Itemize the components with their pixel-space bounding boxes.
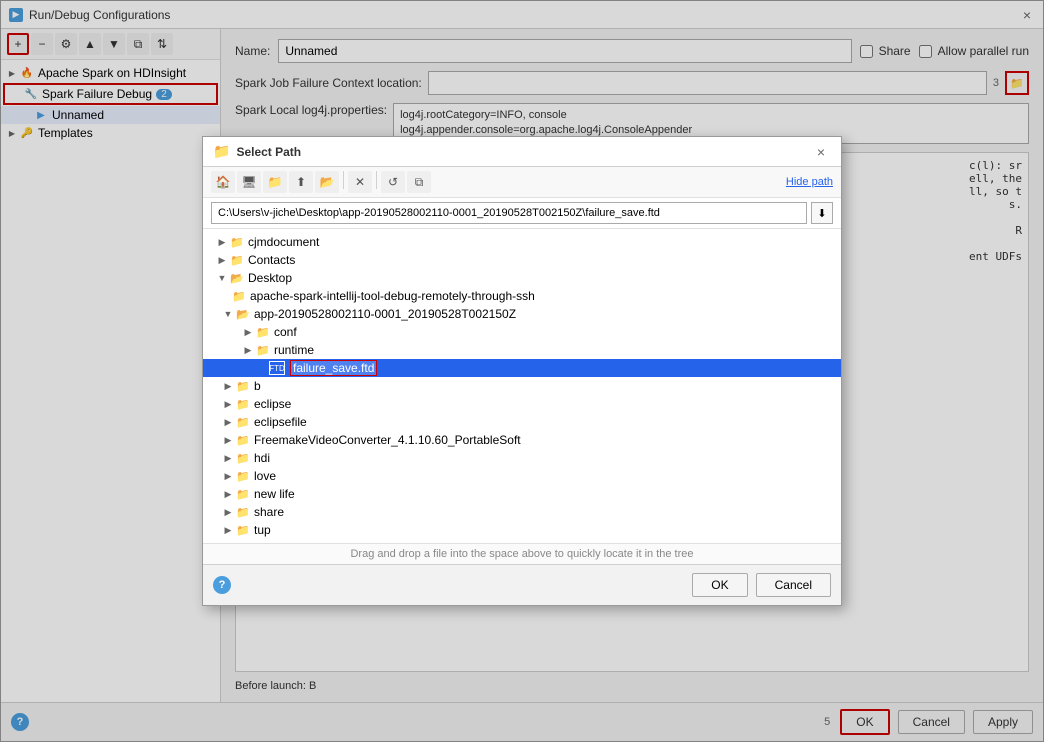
folder-icon-runtime: 📁 (255, 343, 271, 357)
folder-icon-apache-spark-tool: 📁 (231, 289, 247, 303)
arrow-eclipsefile: ▶ (221, 415, 235, 429)
toolbar-divider (343, 171, 344, 189)
folder-icon-freemake: 📁 (235, 433, 251, 447)
label-b: b (254, 379, 261, 393)
label-love: love (254, 469, 276, 483)
arrow-hdi: ▶ (221, 451, 235, 465)
path-action-button[interactable]: ⬇ (811, 202, 833, 224)
arrow-tup: ▶ (221, 523, 235, 537)
toolbar-divider2 (376, 171, 377, 189)
file-item-hdi[interactable]: ▶ 📁 hdi (203, 449, 841, 467)
arrow-b: ▶ (221, 379, 235, 393)
new-folder-button[interactable]: 📁 (263, 171, 287, 193)
file-item-runtime[interactable]: ▶ 📁 runtime (203, 341, 841, 359)
file-tree: ▶ 📁 cjmdocument ▶ 📁 Contacts ▼ 📂 Desktop (203, 229, 841, 543)
file-item-love[interactable]: ▶ 📁 love (203, 467, 841, 485)
label-runtime: runtime (274, 343, 314, 357)
file-item-freemake[interactable]: ▶ 📁 FreemakeVideoConverter_4.1.10.60_Por… (203, 431, 841, 449)
label-cjmdocument: cjmdocument (248, 235, 319, 249)
arrow-eclipse: ▶ (221, 397, 235, 411)
folder-icon-app: 📂 (235, 307, 251, 321)
dialog-cancel-button[interactable]: Cancel (756, 573, 831, 597)
label-conf: conf (274, 325, 297, 339)
dialog-title-icon: 📁 (213, 143, 230, 160)
drag-hint: Drag and drop a file into the space abov… (203, 543, 841, 564)
folder-icon-new-life: 📁 (235, 487, 251, 501)
dialog-help-button[interactable]: ? (213, 576, 231, 594)
arrow-share: ▶ (221, 505, 235, 519)
dialog-close-button[interactable]: × (811, 142, 831, 162)
label-freemake: FreemakeVideoConverter_4.1.10.60_Portabl… (254, 433, 521, 447)
file-item-eclipsefile[interactable]: ▶ 📁 eclipsefile (203, 413, 841, 431)
label-desktop: Desktop (248, 271, 292, 285)
folder-icon-contacts: 📁 (229, 253, 245, 267)
folder-up-button[interactable]: ⬆ (289, 171, 313, 193)
dialog-title-text: Select Path (236, 145, 301, 159)
arrow-contacts: ▶ (215, 253, 229, 267)
file-item-apache-spark-tool[interactable]: 📁 apache-spark-intellij-tool-debug-remot… (203, 287, 841, 305)
file-item-cjmdocument[interactable]: ▶ 📁 cjmdocument (203, 233, 841, 251)
file-icon-failure-save: FTD (269, 361, 285, 375)
file-item-contacts[interactable]: ▶ 📁 Contacts (203, 251, 841, 269)
path-input[interactable] (211, 202, 807, 224)
dialog-toolbar-left: 🏠 🖥 📁 ⬆ 📂 ✕ ↺ ⧉ (211, 171, 431, 193)
arrow-runtime: ▶ (241, 343, 255, 357)
file-item-share[interactable]: ▶ 📁 share (203, 503, 841, 521)
file-item-tup[interactable]: ▶ 📁 tup (203, 521, 841, 539)
file-item-desktop[interactable]: ▼ 📂 Desktop (203, 269, 841, 287)
arrow-desktop: ▼ (215, 271, 229, 285)
folder-icon-tup: 📁 (235, 523, 251, 537)
label-share: share (254, 505, 284, 519)
arrow-app-folder: ▼ (221, 307, 235, 321)
folder-icon-love: 📁 (235, 469, 251, 483)
file-item-eclipse[interactable]: ▶ 📁 eclipse (203, 395, 841, 413)
selected-filename-badge: failure_save.ftd (290, 360, 377, 376)
folder-icon-hdi: 📁 (235, 451, 251, 465)
dialog-ok-button[interactable]: OK (692, 573, 747, 597)
folder-icon-eclipse: 📁 (235, 397, 251, 411)
arrow-conf: ▶ (241, 325, 255, 339)
home-button[interactable]: 🏠 (211, 171, 235, 193)
arrow-love: ▶ (221, 469, 235, 483)
label-eclipsefile: eclipsefile (254, 415, 307, 429)
arrow-freemake: ▶ (221, 433, 235, 447)
label-apache-spark-tool: apache-spark-intellij-tool-debug-remotel… (250, 289, 535, 303)
arrow-cjmdocument: ▶ (215, 235, 229, 249)
copy-path-button[interactable]: ⧉ (407, 171, 431, 193)
label-hdi: hdi (254, 451, 270, 465)
label-contacts: Contacts (248, 253, 295, 267)
label-eclipse: eclipse (254, 397, 291, 411)
file-item-app-folder[interactable]: ▼ 📂 app-20190528002110-0001_20190528T002… (203, 305, 841, 323)
label-app-folder: app-20190528002110-0001_20190528T002150Z (254, 307, 516, 321)
folder-icon-conf: 📁 (255, 325, 271, 339)
folder-icon-desktop: 📂 (229, 271, 245, 285)
dialog-title: 📁 Select Path (213, 143, 301, 160)
desktop-button[interactable]: 🖥 (237, 171, 261, 193)
dialog-toolbar: 🏠 🖥 📁 ⬆ 📂 ✕ ↺ ⧉ Hide path (203, 167, 841, 198)
hide-path-link[interactable]: Hide path (786, 176, 833, 188)
folder-icon-b: 📁 (235, 379, 251, 393)
select-path-dialog: 📁 Select Path × 🏠 🖥 📁 ⬆ 📂 ✕ ↺ ⧉ Hide pat… (202, 136, 842, 606)
file-item-b[interactable]: ▶ 📁 b (203, 377, 841, 395)
refresh-button[interactable]: ↺ (381, 171, 405, 193)
folder-icon-share: 📁 (235, 505, 251, 519)
file-item-conf[interactable]: ▶ 📁 conf (203, 323, 841, 341)
label-failure-save: failure_save.ftd (290, 361, 377, 375)
path-bar: ⬇ (203, 198, 841, 229)
label-tup: tup (254, 523, 271, 537)
label-new-life: new life (254, 487, 295, 501)
dialog-bottom: ? OK Cancel (203, 564, 841, 605)
folder-icon-cjmdocument: 📁 (229, 235, 245, 249)
file-item-failure-save[interactable]: FTD failure_save.ftd (203, 359, 841, 377)
arrow-new-life: ▶ (221, 487, 235, 501)
dialog-title-bar: 📁 Select Path × (203, 137, 841, 167)
modal-overlay: 📁 Select Path × 🏠 🖥 📁 ⬆ 📂 ✕ ↺ ⧉ Hide pat… (0, 0, 1044, 742)
folder-btn2[interactable]: 📂 (315, 171, 339, 193)
folder-icon-eclipsefile: 📁 (235, 415, 251, 429)
delete-button[interactable]: ✕ (348, 171, 372, 193)
file-item-new-life[interactable]: ▶ 📁 new life (203, 485, 841, 503)
